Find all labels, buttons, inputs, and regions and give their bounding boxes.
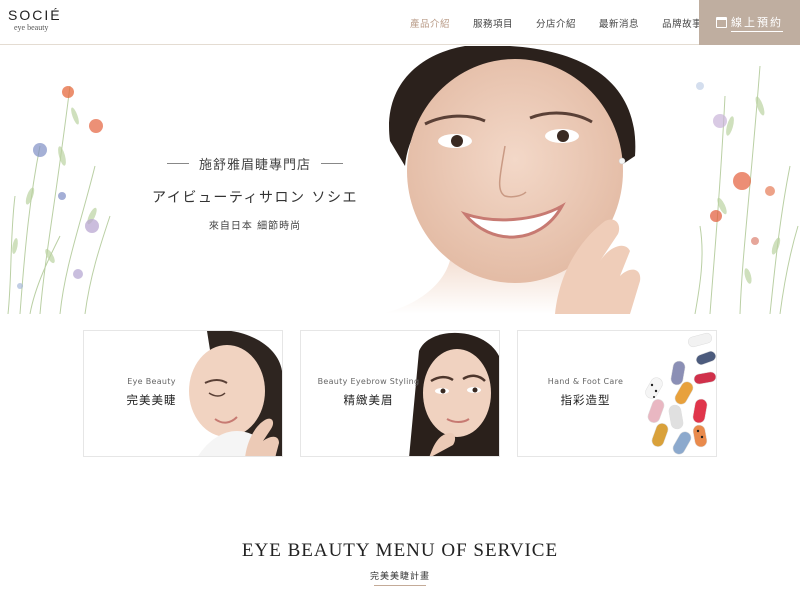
logo-name: SOCIÉ (8, 7, 62, 23)
nav-item-products[interactable]: 產品介紹 (410, 16, 450, 30)
calendar-icon (716, 17, 727, 28)
service-card-eye-beauty[interactable]: Eye Beauty 完美美睫 (83, 330, 283, 457)
watercolor-flowers-right-image (694, 65, 799, 314)
card-text: Beauty Eyebrow Styling 精緻美眉 (301, 377, 436, 408)
nav-item-news[interactable]: 最新消息 (599, 16, 639, 30)
hero-title-row: 施舒雅眉睫專門店 (140, 154, 370, 173)
main-nav: 產品介紹 服務項目 分店介紹 最新消息 品牌故事 (410, 0, 725, 45)
nav-item-brand-story[interactable]: 品牌故事 (662, 16, 702, 30)
section-subtitle: 完美美睫計畫 (369, 572, 430, 582)
card-chinese-label: 精緻美眉 (343, 393, 394, 407)
card-text: Hand & Foot Care 指彩造型 (518, 377, 653, 408)
watercolor-flowers-left-image (7, 85, 111, 314)
online-booking-button[interactable]: 線上預約 (699, 0, 800, 45)
hero-title: 施舒雅眉睫專門店 (198, 158, 311, 173)
service-card-hand-foot-care[interactable]: Hand & Foot Care 指彩造型 (517, 330, 717, 457)
online-booking-label: 線上預約 (731, 14, 783, 32)
nav-item-branches[interactable]: 分店介紹 (536, 16, 576, 30)
hero-text-block: 施舒雅眉睫專門店 アイビューティサロン ソシエ 來自日本 細節時尚 (140, 154, 370, 232)
site-header: SOCIÉ eye beauty 產品介紹 服務項目 分店介紹 最新消息 品牌故… (0, 0, 800, 45)
hero-tagline: 來自日本 細節時尚 (208, 221, 302, 232)
card-chinese-label: 指彩造型 (560, 393, 611, 407)
card-english-label: Hand & Foot Care (547, 377, 624, 386)
section-underline (374, 585, 426, 586)
section-title: EYE BEAUTY MENU OF SERVICE (241, 540, 559, 561)
title-right-rule (321, 163, 343, 164)
service-card-eyebrow-styling[interactable]: Beauty Eyebrow Styling 精緻美眉 (300, 330, 500, 457)
card-english-label: Eye Beauty (127, 377, 176, 386)
title-left-rule (166, 163, 189, 164)
logo[interactable]: SOCIÉ eye beauty (8, 8, 78, 33)
card-text: Eye Beauty 完美美睫 (84, 377, 219, 408)
card-english-label: Beauty Eyebrow Styling (317, 377, 420, 386)
logo-subtitle: eye beauty (14, 23, 49, 32)
hero-japanese-title: アイビューティサロン ソシエ (152, 190, 358, 206)
hero-banner: 施舒雅眉睫專門店 アイビューティサロン ソシエ 來自日本 細節時尚 (0, 46, 800, 314)
nav-item-services[interactable]: 服務項目 (473, 16, 513, 30)
card-chinese-label: 完美美睫 (126, 393, 177, 407)
